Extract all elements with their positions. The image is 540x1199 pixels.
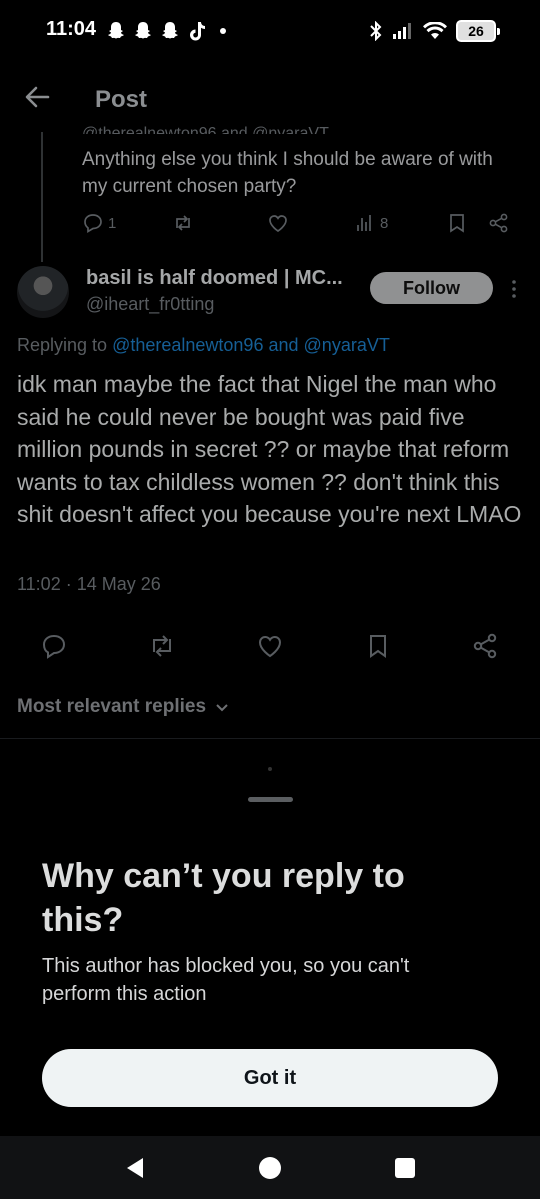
- replies-sort-label: Most relevant replies: [17, 696, 207, 717]
- views-action[interactable]: 8: [354, 212, 388, 234]
- repost-icon[interactable]: [148, 632, 176, 660]
- sheet-body: This author has blocked you, so you can'…: [42, 955, 410, 1005]
- replying-prefix: Replying to: [17, 335, 108, 355]
- parent-post-text: Anything else you think I should be awar…: [82, 149, 493, 197]
- system-navigation-bar: [0, 1136, 540, 1199]
- post-thread: @therealnewton96 and @nyaraVT Anything e…: [0, 125, 540, 742]
- replying-to-line: Replying to @therealnewton96 and @nyaraV…: [17, 335, 390, 356]
- share-icon: [489, 213, 508, 233]
- back-arrow-icon[interactable]: [22, 82, 52, 112]
- wifi-icon: [423, 22, 447, 39]
- sheet-drag-handle[interactable]: [248, 797, 293, 802]
- sheet-dot: [268, 767, 272, 771]
- tiktok-icon: [190, 22, 205, 41]
- post-body: idk man maybe the fact that Nigel the ma…: [17, 371, 522, 527]
- reply-action[interactable]: 1: [82, 212, 116, 234]
- divider: [0, 738, 540, 739]
- snapchat-icon: [135, 22, 151, 39]
- status-bar: 11:04 26: [0, 0, 540, 64]
- parent-post-cut-text: @therealnewton96 and @nyaraVT: [82, 125, 329, 134]
- views-icon: [357, 215, 371, 231]
- bookmark-icon[interactable]: [364, 632, 392, 660]
- more-options-icon[interactable]: [508, 278, 520, 300]
- repost-icon: [176, 215, 190, 231]
- notification-icons: [106, 20, 226, 42]
- reply-icon[interactable]: [40, 632, 68, 660]
- signal-icon: [393, 23, 411, 39]
- share-action[interactable]: [488, 212, 510, 234]
- repost-action[interactable]: [172, 212, 194, 234]
- mention-link[interactable]: @therealnewton96: [112, 335, 263, 355]
- back-triangle-icon[interactable]: [123, 1156, 147, 1180]
- mention-join: and: [268, 335, 299, 355]
- author-name[interactable]: basil is half doomed | MC...: [86, 267, 343, 290]
- snapchat-icon: [108, 22, 124, 39]
- like-action[interactable]: [267, 212, 289, 234]
- bookmark-action[interactable]: [446, 212, 468, 234]
- recents-square-icon[interactable]: [393, 1156, 417, 1180]
- heart-icon: [269, 215, 287, 233]
- parent-post-actions: 1 8: [82, 212, 522, 240]
- home-circle-icon[interactable]: [258, 1156, 282, 1180]
- mention-link[interactable]: @nyaraVT: [304, 335, 390, 355]
- chevron-down-icon: [216, 704, 228, 712]
- views-count: 8: [380, 214, 389, 232]
- author-avatar[interactable]: [17, 266, 69, 318]
- blocked-reply-sheet: Why can’t you reply to this? This author…: [0, 742, 540, 1136]
- got-it-button[interactable]: Got it: [42, 1049, 498, 1107]
- author-handle[interactable]: @iheart_fr0tting: [86, 294, 214, 315]
- replies-sort-dropdown[interactable]: Most relevant replies: [17, 696, 230, 718]
- reply-count: 1: [108, 214, 117, 232]
- more-notifications-dot: [220, 28, 226, 34]
- post-actions: [0, 632, 540, 662]
- bluetooth-icon: [370, 21, 382, 41]
- page-title: Post: [95, 86, 148, 113]
- heart-icon[interactable]: [256, 632, 284, 660]
- sheet-title: Why can’t you reply to this?: [42, 857, 405, 939]
- reply-icon: [84, 214, 102, 234]
- battery-level: 26: [468, 23, 484, 39]
- post-timestamp: 11:02 · 14 May 26: [17, 574, 161, 594]
- share-icon[interactable]: [472, 632, 500, 660]
- bookmark-icon: [450, 214, 464, 233]
- system-indicators: 26: [369, 20, 500, 42]
- status-time: 11:04: [46, 18, 97, 40]
- follow-button[interactable]: Follow: [370, 272, 493, 304]
- battery-indicator: 26: [456, 20, 500, 42]
- thread-connector-line: [41, 132, 43, 262]
- top-app-bar: Post: [0, 66, 540, 132]
- snapchat-icon: [162, 22, 178, 39]
